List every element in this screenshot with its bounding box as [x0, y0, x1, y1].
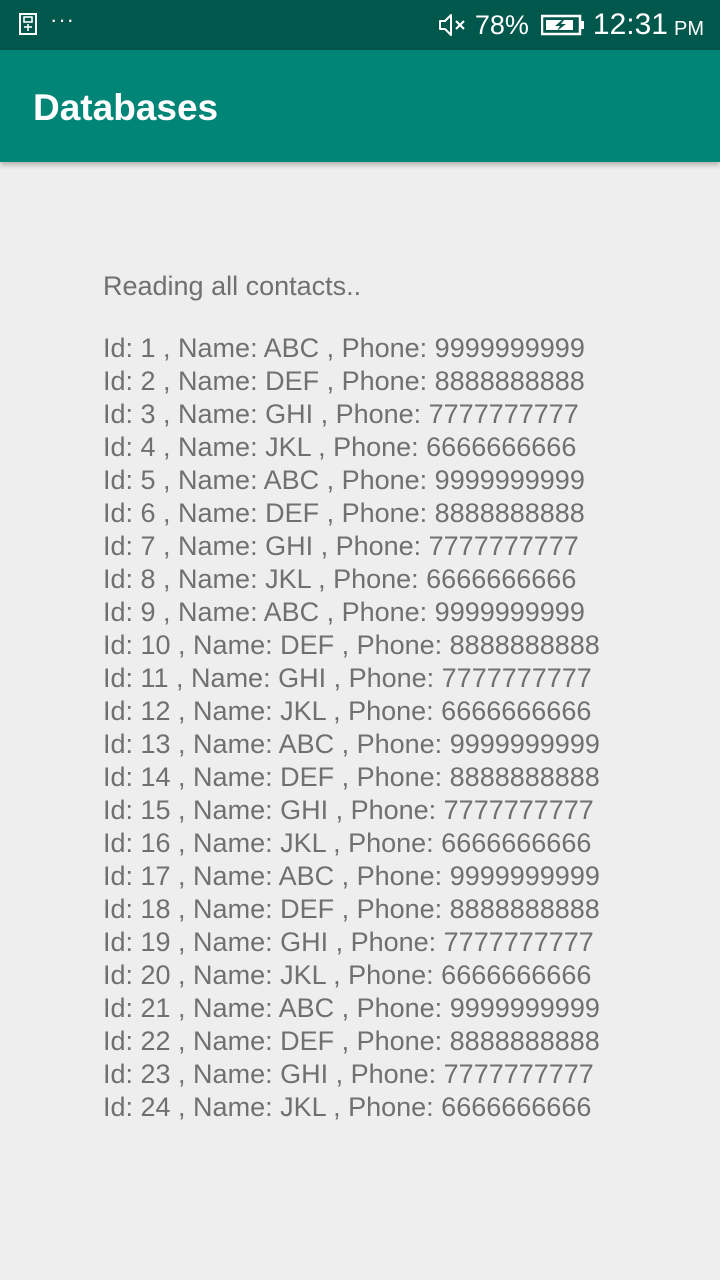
contact-row: Id: 19 , Name: GHI , Phone: 7777777777	[103, 927, 594, 957]
status-bar: ··· 78% 12:31 PM	[0, 0, 720, 50]
contacts-output: Reading all contacts.. Id: 1 , Name: ABC…	[103, 266, 703, 1124]
reading-heading: Reading all contacts..	[103, 271, 362, 301]
contact-list: Id: 1 , Name: ABC , Phone: 9999999999 Id…	[103, 332, 703, 1124]
contact-row: Id: 8 , Name: JKL , Phone: 6666666666	[103, 564, 577, 594]
contact-row: Id: 2 , Name: DEF , Phone: 8888888888	[103, 366, 585, 396]
contact-row: Id: 7 , Name: GHI , Phone: 7777777777	[103, 531, 579, 561]
contact-row: Id: 21 , Name: ABC , Phone: 9999999999	[103, 993, 600, 1023]
contact-row: Id: 4 , Name: JKL , Phone: 6666666666	[103, 432, 577, 462]
contact-row: Id: 11 , Name: GHI , Phone: 7777777777	[103, 663, 592, 693]
contact-row: Id: 13 , Name: ABC , Phone: 9999999999	[103, 729, 600, 759]
contact-row: Id: 15 , Name: GHI , Phone: 7777777777	[103, 795, 594, 825]
contact-row: Id: 16 , Name: JKL , Phone: 6666666666	[103, 828, 592, 858]
clock-ampm: PM	[674, 17, 704, 40]
usb-icon	[18, 12, 38, 36]
app-bar: Databases	[0, 50, 720, 162]
app-title: Databases	[33, 87, 219, 128]
contact-row: Id: 1 , Name: ABC , Phone: 9999999999	[103, 333, 585, 363]
contact-row: Id: 23 , Name: GHI , Phone: 7777777777	[103, 1059, 594, 1089]
contact-row: Id: 10 , Name: DEF , Phone: 8888888888	[103, 630, 600, 660]
battery-charging-icon	[540, 14, 585, 36]
contact-row: Id: 14 , Name: DEF , Phone: 8888888888	[103, 762, 600, 792]
status-icons-left: ···	[18, 7, 75, 36]
contact-row: Id: 3 , Name: GHI , Phone: 7777777777	[103, 399, 579, 429]
clock-time: 12:31	[592, 8, 668, 41]
contact-row: Id: 22 , Name: DEF , Phone: 8888888888	[103, 1026, 600, 1056]
contact-row: Id: 24 , Name: JKL , Phone: 6666666666	[103, 1092, 592, 1122]
contact-row: Id: 18 , Name: DEF , Phone: 8888888888	[103, 894, 600, 924]
contact-row: Id: 9 , Name: ABC , Phone: 9999999999	[103, 597, 585, 627]
status-icons-right: 78% 12:31 PM	[437, 0, 704, 50]
battery-percentage: 78%	[474, 9, 529, 40]
contact-row: Id: 20 , Name: JKL , Phone: 6666666666	[103, 960, 592, 990]
more-dots-icon: ···	[50, 7, 75, 32]
contact-row: Id: 17 , Name: ABC , Phone: 9999999999	[103, 861, 600, 891]
mute-icon	[437, 12, 467, 38]
contact-row: Id: 5 , Name: ABC , Phone: 9999999999	[103, 465, 585, 495]
contact-row: Id: 6 , Name: DEF , Phone: 8888888888	[103, 498, 585, 528]
contact-row: Id: 12 , Name: JKL , Phone: 6666666666	[103, 696, 592, 726]
